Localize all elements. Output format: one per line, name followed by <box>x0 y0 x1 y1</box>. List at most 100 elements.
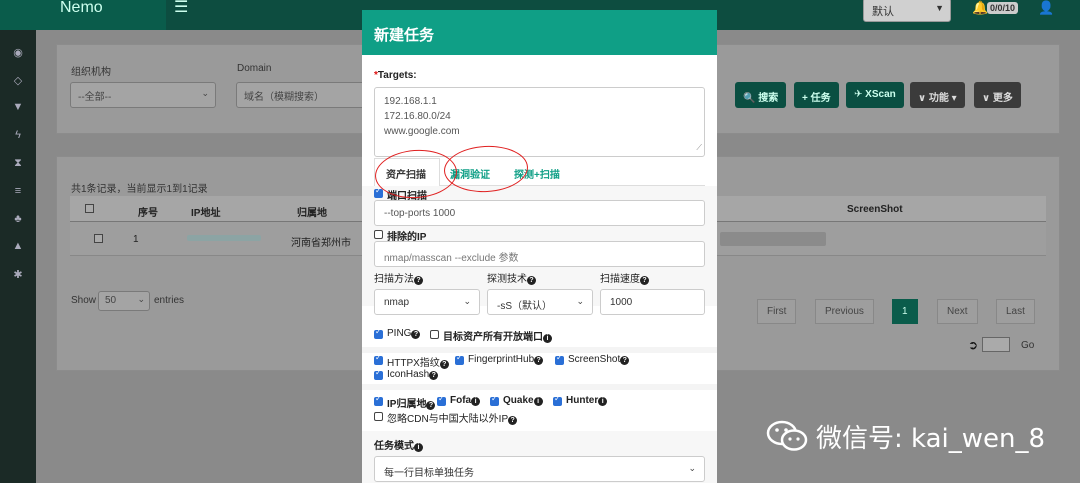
bell-icon[interactable]: 🔔 <box>972 0 988 16</box>
ip-location-label: IP归属地? <box>387 395 436 410</box>
target-line: www.google.com <box>384 126 460 137</box>
users-icon[interactable]: ♣ <box>11 213 25 225</box>
iconhash-checkbox[interactable] <box>374 368 383 380</box>
watermark-text: 微信号: kai_wen_8 <box>816 424 1046 454</box>
go-button[interactable]: Go <box>1021 340 1034 351</box>
fofa-label-text: Fofa <box>450 395 472 406</box>
help-icon[interactable]: ? <box>640 276 649 285</box>
pager-previous[interactable]: Previous <box>815 299 874 324</box>
chevron-down-icon: ⌄ <box>463 296 471 306</box>
quake-label-text: Quake <box>503 395 534 406</box>
help-icon[interactable]: ? <box>439 360 449 369</box>
entries-value: 50 <box>105 295 117 306</box>
default-select[interactable]: 默认 ▼ <box>863 0 951 22</box>
chevron-down-icon: ⌄ <box>576 296 584 306</box>
help-icon[interactable]: ? <box>411 330 421 339</box>
quake-checkbox[interactable] <box>490 394 499 406</box>
info-icon[interactable]: i <box>598 397 608 406</box>
dashboard-icon[interactable]: ◉ <box>11 46 25 59</box>
ip-location-text: IP归属地 <box>387 399 427 410</box>
all-open-ports-checkbox[interactable] <box>430 330 439 339</box>
httpx-checkbox[interactable] <box>374 353 383 365</box>
brand-logo[interactable]: Nemo <box>0 0 166 30</box>
arrow-circle-icon: ➲ <box>968 338 979 352</box>
help-icon[interactable]: ? <box>534 356 544 365</box>
domain-input[interactable]: 域名（模糊搜索） <box>236 82 366 108</box>
info-icon[interactable]: i <box>533 397 543 406</box>
resize-handle-icon[interactable]: ⟋ <box>696 140 702 155</box>
pager-first[interactable]: First <box>757 299 797 324</box>
probe-tech-value: -sS（默认） <box>497 301 552 312</box>
row-checkbox[interactable] <box>94 234 103 243</box>
fofa-checkbox[interactable] <box>437 394 446 406</box>
pager-next[interactable]: Next <box>937 299 978 324</box>
info-icon[interactable]: i <box>414 443 423 452</box>
task-button-label: 任务 <box>810 93 831 104</box>
scan-method-value: nmap <box>384 297 410 308</box>
scan-method-label-text: 扫描方法 <box>374 274 414 285</box>
redacted-content <box>720 232 826 246</box>
info-icon[interactable]: i <box>471 397 481 406</box>
task-mode-select[interactable]: 每一行目标单独任务 ⌄ <box>374 456 705 482</box>
function-button[interactable]: ∨ 功能 ▾ <box>910 82 965 108</box>
code-icon[interactable]: ◇ <box>11 74 25 87</box>
list-icon[interactable]: ≡ <box>11 185 25 197</box>
scan-speed-input[interactable]: 1000 <box>600 289 705 315</box>
probe-tech-label: 探测技术? <box>487 270 536 285</box>
select-all-checkbox[interactable] <box>85 204 94 213</box>
fox-icon[interactable]: ▼ <box>11 101 25 113</box>
scan-method-select[interactable]: nmap ⌄ <box>374 289 480 315</box>
targets-label-text: Targets: <box>377 70 417 81</box>
entries-select[interactable]: 50 ⌄ <box>98 291 150 311</box>
bolt-icon[interactable]: ϟ <box>11 129 25 141</box>
pager-page[interactable]: 1 <box>892 299 918 324</box>
chevron-down-icon: ⌄ <box>201 88 209 98</box>
targets-label: *Targets: <box>374 70 417 81</box>
column-header[interactable]: IP地址 <box>191 204 220 219</box>
gears-icon[interactable]: ✱ <box>11 268 25 281</box>
goto-page-input[interactable] <box>982 337 1010 352</box>
help-icon[interactable]: ? <box>620 356 630 365</box>
pager-last[interactable]: Last <box>996 299 1035 324</box>
help-icon[interactable]: ? <box>429 371 439 380</box>
hamburger-icon[interactable]: ☰ <box>174 0 188 16</box>
add-task-button[interactable]: + 任务 <box>794 82 839 108</box>
httpx-label-text: HTTPX指纹 <box>387 358 440 369</box>
domain-label: Domain <box>237 63 272 74</box>
targets-textarea[interactable]: 192.168.1.1 172.16.80.0/24 www.google.co… <box>374 87 705 157</box>
org-select[interactable]: --全部-- ⌄ <box>70 82 216 108</box>
help-icon[interactable]: ? <box>527 276 536 285</box>
more-button[interactable]: ∨ 更多 <box>974 82 1021 108</box>
exclude-ip-input[interactable]: nmap/masscan --exclude 参数 <box>374 241 705 267</box>
help-icon[interactable]: ? <box>426 401 436 410</box>
lock-icon[interactable]: ▲ <box>11 240 25 252</box>
search-button[interactable]: 🔍 搜索 <box>735 82 787 108</box>
hourglass-icon[interactable]: ⧗ <box>11 157 25 170</box>
help-icon[interactable]: ? <box>508 416 518 425</box>
port-scan-input[interactable]: --top-ports 1000 <box>374 200 705 226</box>
help-icon[interactable]: ? <box>414 276 423 285</box>
exclude-ip-checkbox[interactable] <box>374 230 383 239</box>
probe-tech-select[interactable]: -sS（默认） ⌄ <box>487 289 593 315</box>
chevron-down-icon: ⌄ <box>688 463 696 473</box>
section-divider <box>362 347 717 353</box>
screenshot-checkbox[interactable] <box>555 353 564 365</box>
row-location: 河南省郑州市 <box>291 238 351 249</box>
ping-checkbox[interactable] <box>374 327 383 339</box>
modal-title: 新建任务 <box>362 10 717 55</box>
column-header[interactable]: 序号 <box>138 204 158 219</box>
column-header[interactable]: 归属地 <box>297 204 327 219</box>
default-select-value: 默认 <box>872 6 894 18</box>
org-select-value: --全部-- <box>78 92 112 103</box>
function-button-label: 功能 <box>928 93 949 104</box>
xscan-button[interactable]: ✈ XScan <box>846 82 904 108</box>
user-icon[interactable]: 👤 <box>1038 0 1054 16</box>
fingerprinthub-checkbox[interactable] <box>455 353 464 365</box>
hunter-checkbox[interactable] <box>553 394 562 406</box>
port-scan-checkbox[interactable] <box>374 186 383 198</box>
column-header[interactable]: ScreenShot <box>847 204 903 215</box>
ignore-cdn-text: 忽略CDN与中国大陆以外IP <box>387 414 509 425</box>
ignore-cdn-checkbox[interactable] <box>374 412 383 421</box>
info-icon[interactable]: i <box>543 334 552 343</box>
ip-location-checkbox[interactable] <box>374 394 383 406</box>
